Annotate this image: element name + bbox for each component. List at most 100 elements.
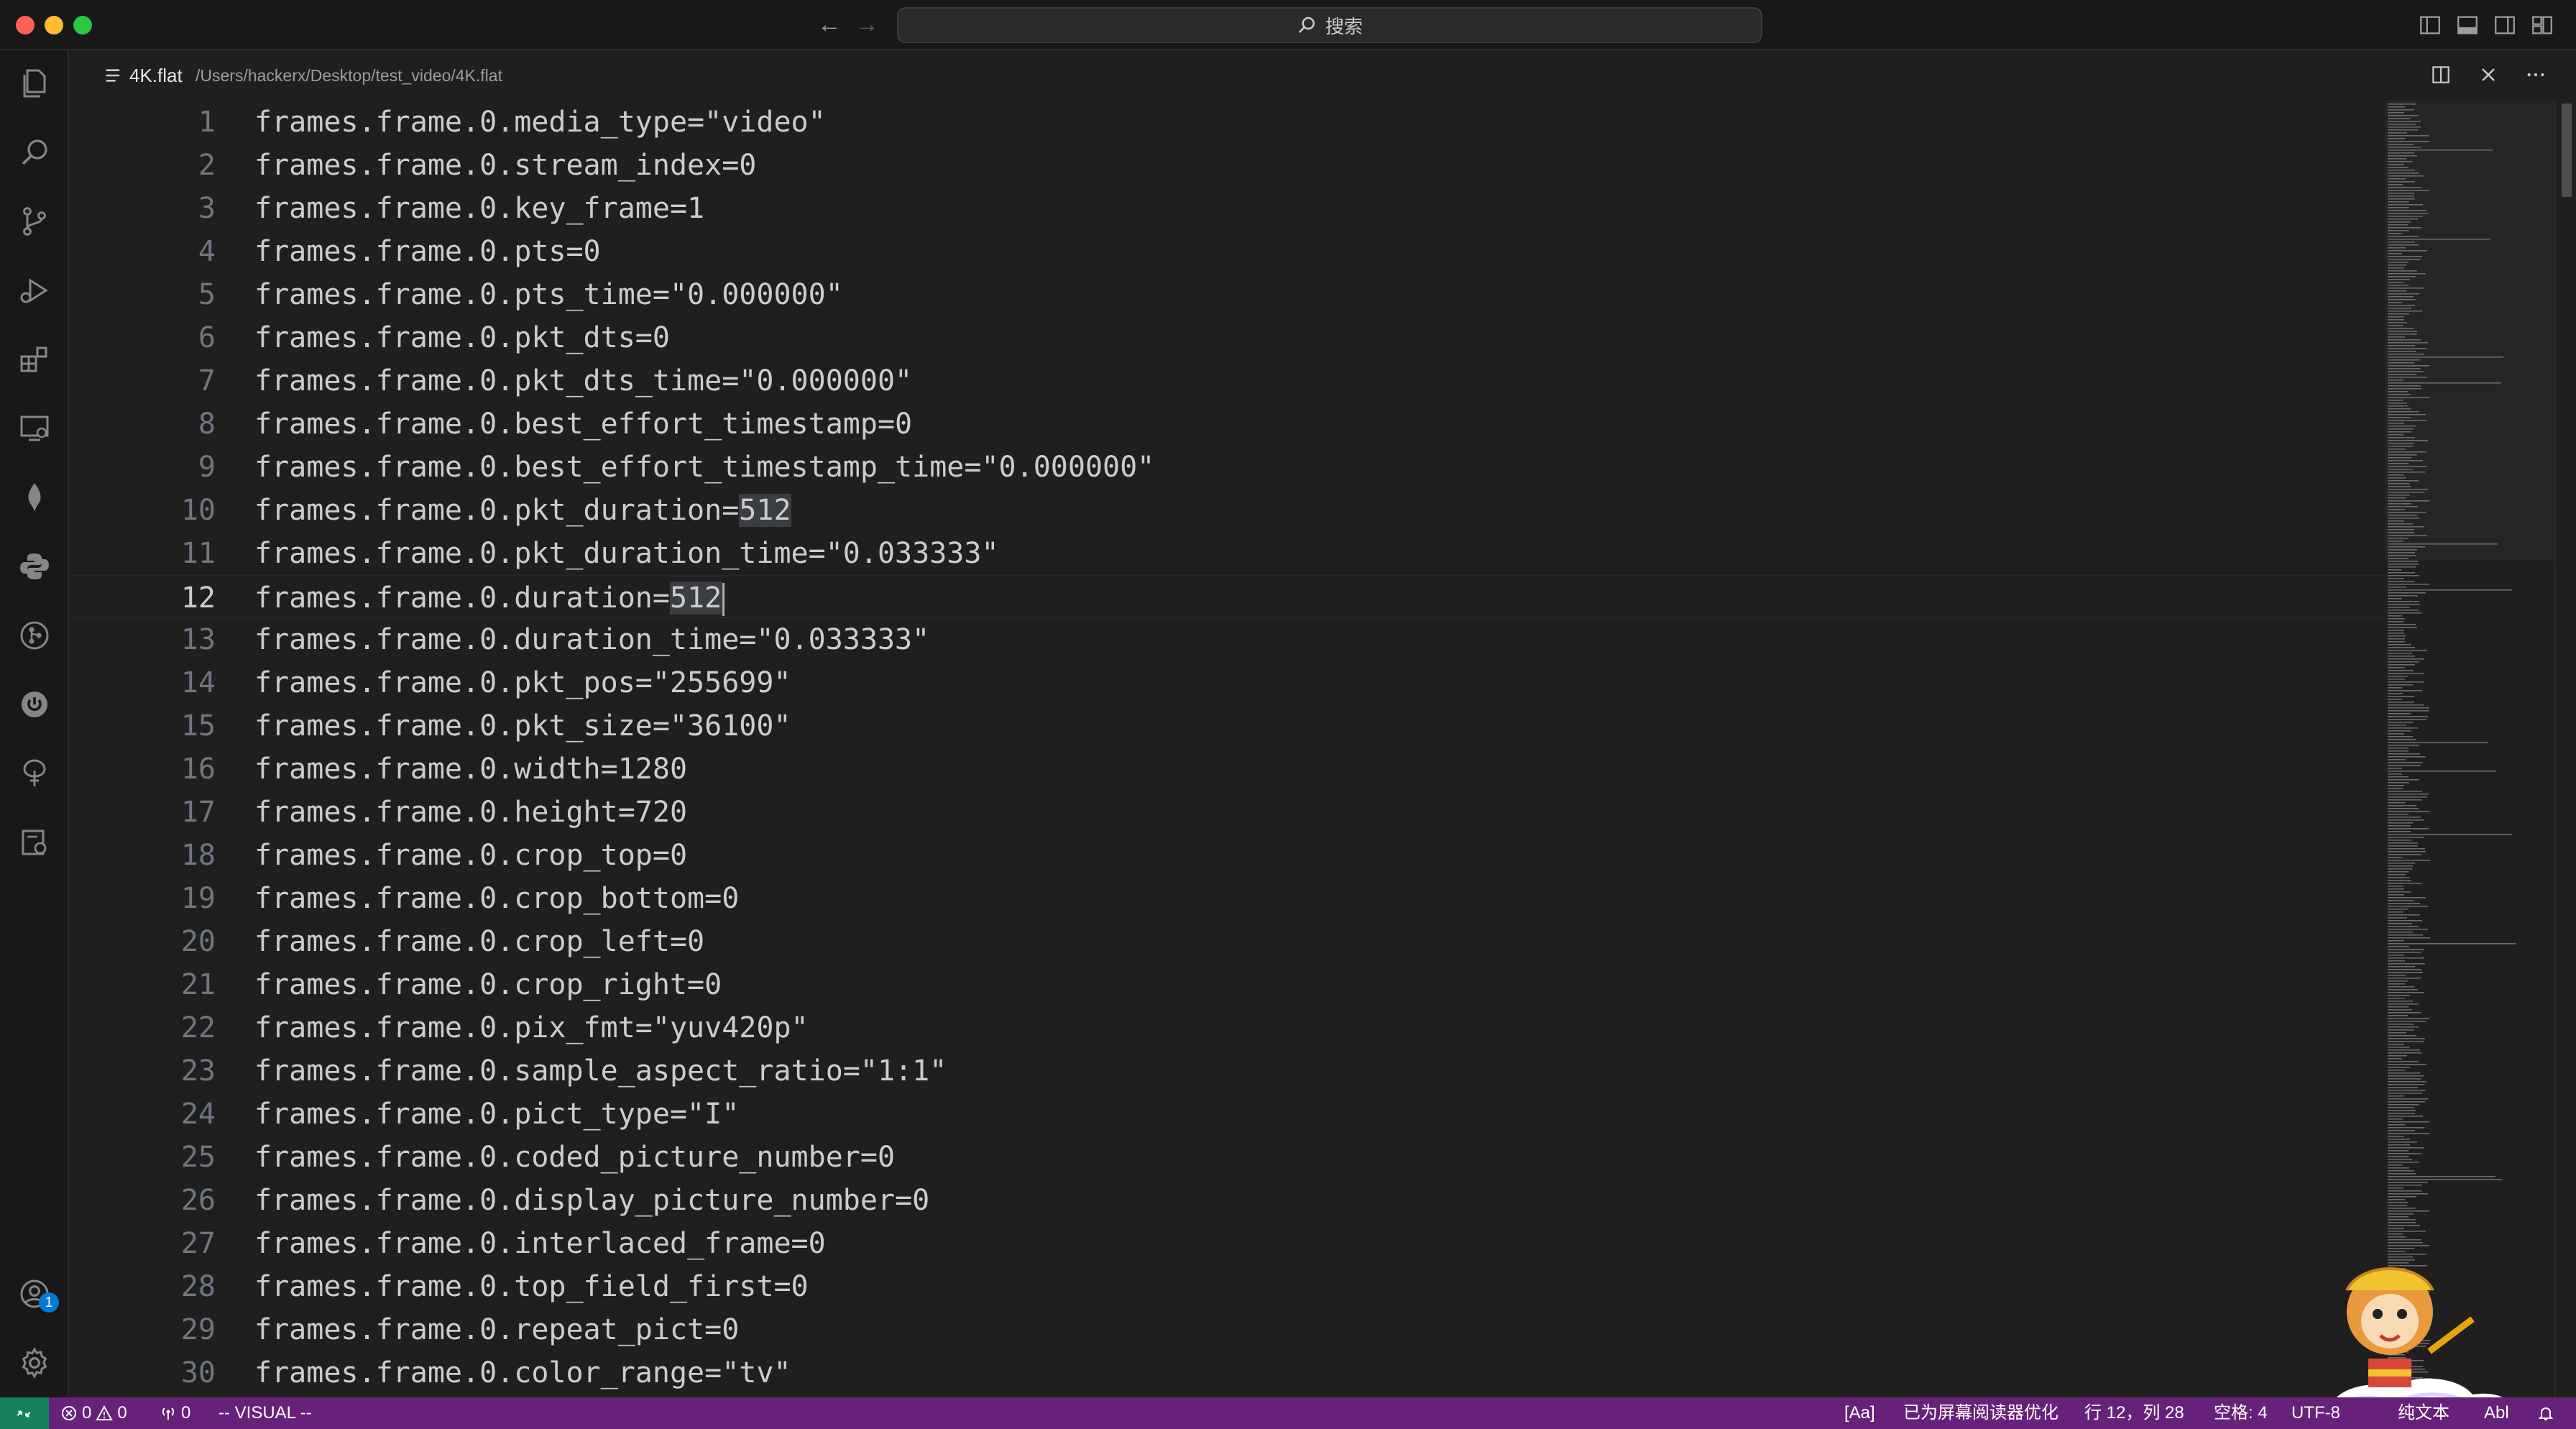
toggle-primary-sidebar-icon[interactable] xyxy=(2418,13,2442,37)
cursor-position[interactable]: 行 12，列 28 xyxy=(2084,1397,2184,1429)
run-debug-icon[interactable] xyxy=(17,273,52,308)
code-line[interactable]: 3 frames.frame.0.key_frame=1 xyxy=(69,187,2385,230)
problems-indicator[interactable]: 0 0 xyxy=(60,1397,127,1429)
line-number[interactable]: 4 xyxy=(69,230,216,273)
code-line[interactable]: 24 frames.frame.0.pict_type="I" xyxy=(69,1093,2385,1136)
line-number[interactable]: 12 xyxy=(69,576,216,620)
python-icon[interactable] xyxy=(17,549,52,584)
code-line[interactable]: 20 frames.frame.0.crop_left=0 xyxy=(69,920,2385,963)
customize-layout-icon[interactable] xyxy=(2530,13,2554,37)
code-line[interactable]: 11 frames.frame.0.pkt_duration_time="0.03… xyxy=(69,532,2385,575)
search-icon[interactable] xyxy=(17,135,52,170)
spell-check-indicator[interactable]: Abl xyxy=(2484,1397,2509,1429)
close-window-button[interactable] xyxy=(16,16,34,35)
toggle-secondary-sidebar-icon[interactable] xyxy=(2493,13,2517,37)
code-editor[interactable]: 1 frames.frame.0.media_type="video" 2 frame… xyxy=(69,101,2385,1397)
line-number[interactable]: 13 xyxy=(69,618,216,661)
code-line[interactable]: 19 frames.frame.0.crop_bottom=0 xyxy=(69,877,2385,920)
line-number[interactable]: 26 xyxy=(69,1179,216,1222)
code-line[interactable]: 22 frames.frame.0.pix_fmt="yuv420p" xyxy=(69,1006,2385,1049)
more-actions-icon[interactable] xyxy=(2524,63,2547,86)
line-number[interactable]: 2 xyxy=(69,144,216,187)
zoom-window-button[interactable] xyxy=(73,16,92,35)
notifications-bell-icon[interactable] xyxy=(2537,1405,2554,1422)
code-line[interactable]: 15 frames.frame.0.pkt_size="36100" xyxy=(69,704,2385,748)
code-line[interactable]: 14 frames.frame.0.pkt_pos="255699" xyxy=(69,661,2385,704)
line-number[interactable]: 14 xyxy=(69,661,216,704)
line-number[interactable]: 15 xyxy=(69,704,216,748)
split-editor-icon[interactable] xyxy=(2429,63,2452,86)
mongodb-icon[interactable] xyxy=(17,480,52,515)
line-number[interactable]: 25 xyxy=(69,1136,216,1179)
code-line[interactable]: 4 frames.frame.0.pts=0 xyxy=(69,230,2385,273)
screen-reader-mode[interactable]: 已为屏幕阅读器优化 xyxy=(1903,1397,2058,1429)
editor-tab-file-name[interactable]: 4K.flat xyxy=(129,65,183,87)
remote-indicator[interactable] xyxy=(0,1397,49,1429)
code-line[interactable]: 25 frames.frame.0.coded_picture_number=0 xyxy=(69,1136,2385,1179)
line-number[interactable]: 9 xyxy=(69,446,216,489)
scrollbar-thumb[interactable] xyxy=(2562,104,2572,197)
line-number[interactable]: 22 xyxy=(69,1006,216,1049)
code-line[interactable]: 30 frames.frame.0.color_range="tv" xyxy=(69,1351,2385,1394)
go-forward-icon[interactable]: → xyxy=(852,10,881,39)
code-line[interactable]: 17 frames.frame.0.height=720 xyxy=(69,791,2385,834)
line-number[interactable]: 17 xyxy=(69,791,216,834)
language-mode[interactable]: 纯文本 xyxy=(2398,1397,2450,1429)
code-line[interactable]: 26 frames.frame.0.display_picture_number=… xyxy=(69,1179,2385,1222)
code-line[interactable]: 6 frames.frame.0.pkt_dts=0 xyxy=(69,316,2385,359)
code-line[interactable]: 8 frames.frame.0.best_effort_timestamp=0 xyxy=(69,403,2385,446)
code-line[interactable]: 28 frames.frame.0.top_field_first=0 xyxy=(69,1265,2385,1308)
encoding-setting[interactable]: UTF-8 xyxy=(2291,1397,2340,1429)
gitlens-icon[interactable] xyxy=(17,618,52,653)
line-number[interactable]: 19 xyxy=(69,877,216,920)
power-icon[interactable] xyxy=(17,687,52,722)
tree-icon[interactable] xyxy=(17,756,52,791)
case-sensitive-toggle[interactable]: [Aa] xyxy=(1844,1397,1875,1429)
line-number[interactable]: 28 xyxy=(69,1265,216,1308)
line-number[interactable]: 1 xyxy=(69,101,216,144)
code-line[interactable]: 21 frames.frame.0.crop_right=0 xyxy=(69,963,2385,1006)
line-number[interactable]: 16 xyxy=(69,748,216,791)
line-number[interactable]: 11 xyxy=(69,532,216,575)
ports-indicator[interactable]: 0 xyxy=(160,1397,190,1429)
code-line[interactable]: 1 frames.frame.0.media_type="video" xyxy=(69,101,2385,144)
close-editor-icon[interactable] xyxy=(2477,63,2500,86)
minimap[interactable] xyxy=(2385,101,2554,1397)
line-number[interactable]: 18 xyxy=(69,834,216,877)
remote-explorer-icon[interactable] xyxy=(17,411,52,446)
code-line[interactable]: 5 frames.frame.0.pts_time="0.000000" xyxy=(69,273,2385,316)
vertical-scrollbar[interactable] xyxy=(2554,101,2576,1397)
code-line[interactable]: 13 frames.frame.0.duration_time="0.033333… xyxy=(69,618,2385,661)
code-line[interactable]: 16 frames.frame.0.width=1280 xyxy=(69,748,2385,791)
code-line[interactable]: 12 frames.frame.0.duration=512 xyxy=(69,575,2385,618)
container-icon[interactable] xyxy=(17,825,52,860)
code-line[interactable]: 7 frames.frame.0.pkt_dts_time="0.000000" xyxy=(69,359,2385,403)
line-number[interactable]: 30 xyxy=(69,1351,216,1394)
source-control-icon[interactable] xyxy=(17,204,52,239)
code-line[interactable]: 29 frames.frame.0.repeat_pict=0 xyxy=(69,1308,2385,1351)
line-number[interactable]: 24 xyxy=(69,1093,216,1136)
code-line[interactable]: 2 frames.frame.0.stream_index=0 xyxy=(69,144,2385,187)
indentation-setting[interactable]: 空格: 4 xyxy=(2214,1397,2268,1429)
line-number[interactable]: 10 xyxy=(69,489,216,532)
line-number[interactable]: 21 xyxy=(69,963,216,1006)
code-line[interactable]: 27 frames.frame.0.interlaced_frame=0 xyxy=(69,1222,2385,1265)
code-line[interactable]: 23 frames.frame.0.sample_aspect_ratio="1:… xyxy=(69,1049,2385,1093)
line-number[interactable]: 3 xyxy=(69,187,216,230)
minimize-window-button[interactable] xyxy=(45,16,63,35)
line-number[interactable]: 23 xyxy=(69,1049,216,1093)
explorer-icon[interactable] xyxy=(17,66,52,101)
go-back-icon[interactable]: ← xyxy=(815,10,844,39)
line-number[interactable]: 29 xyxy=(69,1308,216,1351)
line-number[interactable]: 8 xyxy=(69,403,216,446)
code-line[interactable]: 9 frames.frame.0.best_effort_timestamp_ti… xyxy=(69,446,2385,489)
line-number[interactable]: 5 xyxy=(69,273,216,316)
code-line[interactable]: 10 frames.frame.0.pkt_duration=512 xyxy=(69,489,2385,532)
line-number[interactable]: 27 xyxy=(69,1222,216,1265)
extensions-icon[interactable] xyxy=(17,342,52,377)
toggle-panel-icon[interactable] xyxy=(2455,13,2480,37)
line-number[interactable]: 20 xyxy=(69,920,216,963)
settings-gear-icon[interactable] xyxy=(17,1346,52,1380)
line-number[interactable]: 7 xyxy=(69,359,216,403)
command-center-search[interactable]: 搜索 xyxy=(897,7,1762,43)
